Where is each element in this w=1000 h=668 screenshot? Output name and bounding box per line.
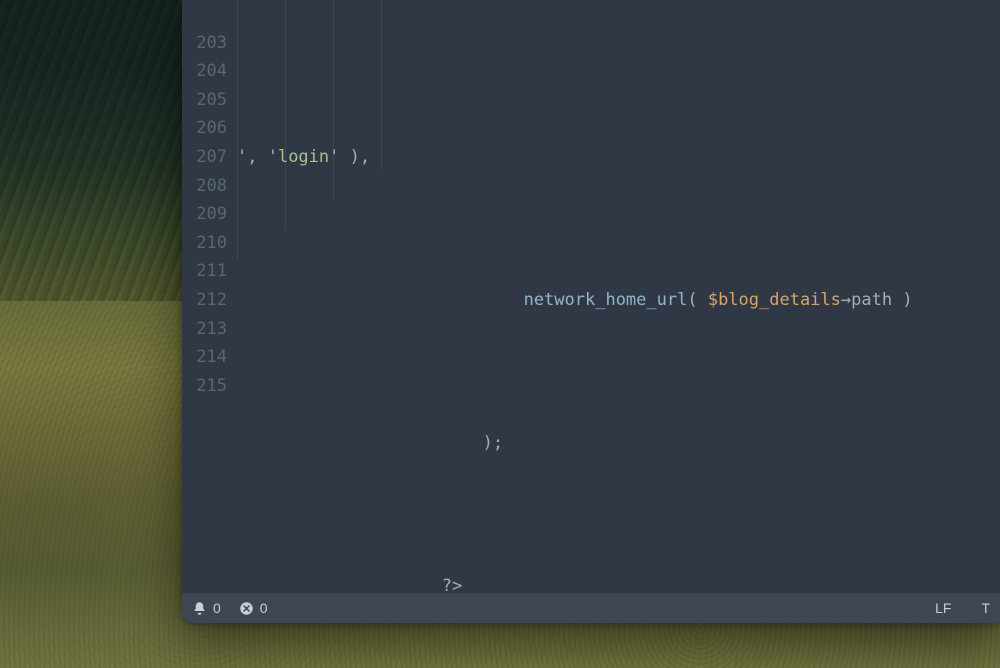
code-editor-area[interactable]: 202 203 204 205 206 207 208 209 210 211 … [182,0,1000,593]
gutter-line: 204 [182,57,237,86]
gutter-line: 203 [182,29,237,58]
status-bar: 0 0 LF T [182,593,1000,623]
code-content[interactable]: ', 'login' ), network_home_url( $blog_de… [237,0,1000,593]
gutter-line: 215 [182,372,237,401]
gutter-line: 206 [182,114,237,143]
line-ending-label: LF [935,600,951,616]
errors-count: 0 [260,600,268,616]
code-editor-window: 202 203 204 205 206 207 208 209 210 211 … [182,0,1000,623]
gutter-line: 212 [182,286,237,315]
status-right-hint[interactable]: T [981,600,990,616]
gutter-line: 213 [182,315,237,344]
notifications-button[interactable]: 0 [192,600,221,616]
line-ending-button[interactable]: LF [935,600,951,616]
gutter-line: 207 [182,143,237,172]
gutter-line: 205 [182,86,237,115]
notifications-count: 0 [213,600,221,616]
errors-button[interactable]: 0 [239,600,268,616]
status-right-hint-label: T [981,600,990,616]
code-line: ?> [237,572,1000,593]
gutter-line: 208 [182,172,237,201]
code-line: ', 'login' ), [237,143,1000,172]
gutter-line: 214 [182,343,237,372]
code-line: network_home_url( $blog_details→path ) [237,286,1000,315]
bell-icon [192,601,207,616]
code-line: ); [237,429,1000,458]
gutter-line: 209 [182,200,237,229]
error-icon [239,601,254,616]
line-number-gutter: 202 203 204 205 206 207 208 209 210 211 … [182,0,237,593]
gutter-line: 210 [182,229,237,258]
gutter-line: 211 [182,257,237,286]
